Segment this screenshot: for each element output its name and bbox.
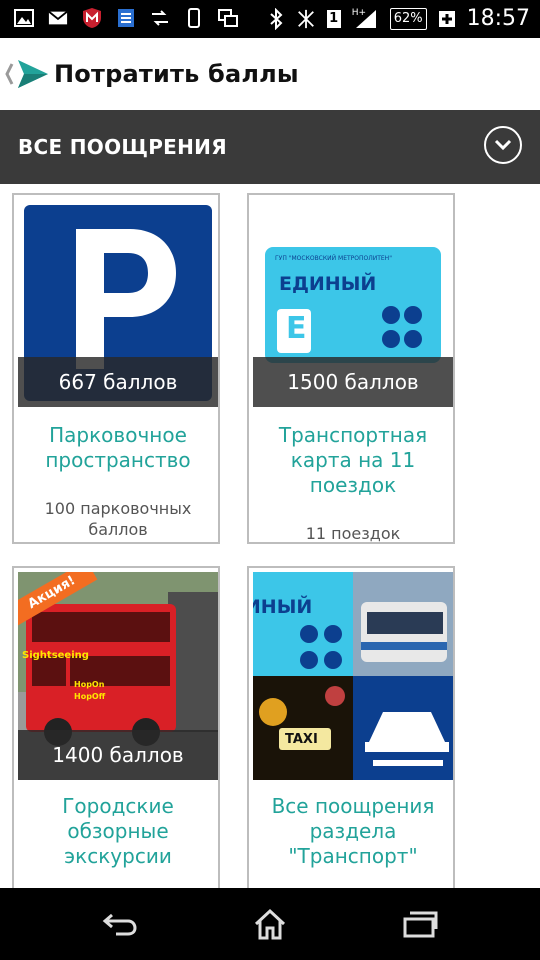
recent-apps-icon[interactable] bbox=[388, 902, 452, 946]
back-logo-button[interactable] bbox=[4, 50, 52, 98]
mail-icon bbox=[48, 8, 68, 28]
bus-sign-hopoff: HopOff bbox=[74, 692, 106, 701]
bus-sign-sightseeing: Sightseeing bbox=[22, 650, 89, 661]
no-signal-icon bbox=[296, 9, 316, 29]
status-bar: 1 H+ 62% 18:57 bbox=[0, 0, 540, 38]
points-label: 1400 баллов bbox=[18, 730, 218, 780]
category-title: ВСЕ ПООЩРЕНИЯ bbox=[18, 135, 227, 159]
points-label: 667 баллов bbox=[18, 357, 218, 407]
card-word: ЕДИНЫЙ bbox=[279, 273, 377, 295]
bluetooth-icon bbox=[266, 8, 286, 30]
clock: 18:57 bbox=[466, 6, 530, 31]
card-subtitle: 100 парковочных баллов bbox=[44, 499, 192, 539]
sim-label: 1 bbox=[326, 10, 341, 28]
battery-level: 62% bbox=[389, 8, 427, 30]
reward-card-parking[interactable]: 667 баллов Парковочное пространство 100 … bbox=[12, 193, 220, 544]
back-icon[interactable] bbox=[88, 902, 152, 946]
taxi-sign: TAXI bbox=[285, 732, 318, 747]
parking-sign-image: 667 баллов bbox=[18, 199, 218, 407]
signal-icon: H+ bbox=[352, 8, 380, 29]
navigation-bar bbox=[0, 888, 540, 960]
reward-card-transport-card[interactable]: ГУП "МОСКОВСКИЙ МЕТРОПОЛИТЕН" ЕДИНЫЙ Е 1… bbox=[247, 193, 455, 544]
reward-card-tour-bus[interactable]: Акция! HopOn HopOff Sightseeing 1400 бал… bbox=[12, 566, 220, 888]
reward-card-all-transport[interactable]: TAXI ЕДИНЫЙ Все поощрения раздела "Транс… bbox=[247, 566, 455, 888]
card-title: Парковочное пространство bbox=[45, 423, 191, 472]
rewards-grid: 667 баллов Парковочное пространство 100 … bbox=[0, 184, 540, 888]
card-title: Городские обзорные экскурсии bbox=[62, 794, 174, 868]
app-logo-icon bbox=[5, 60, 48, 88]
tour-bus-image: Акция! HopOn HopOff Sightseeing 1400 бал… bbox=[18, 572, 218, 780]
chevron-down-icon[interactable] bbox=[484, 126, 522, 164]
home-icon[interactable] bbox=[238, 902, 302, 946]
transport-card-image: ГУП "МОСКОВСКИЙ МЕТРОПОЛИТЕН" ЕДИНЫЙ Е 1… bbox=[253, 199, 453, 407]
card-title: Все поощрения раздела "Транспорт" bbox=[271, 794, 435, 868]
page-title: Потратить баллы bbox=[54, 60, 299, 88]
network-type-label: H+ bbox=[351, 8, 366, 18]
app-icon bbox=[116, 8, 136, 28]
card-subtitle: 11 поездок bbox=[305, 524, 401, 543]
mcafee-icon bbox=[82, 8, 102, 28]
collage-card-word: ЕДИНЫЙ bbox=[253, 596, 313, 618]
picture-icon bbox=[14, 8, 34, 28]
sim-icon: 1 bbox=[326, 9, 342, 29]
screens-icon bbox=[218, 8, 238, 28]
card-brand-line: ГУП "МОСКОВСКИЙ МЕТРОПОЛИТЕН" bbox=[275, 255, 392, 262]
transport-collage-image: TAXI ЕДИНЫЙ bbox=[253, 572, 453, 780]
points-label: 1500 баллов bbox=[253, 357, 453, 407]
bus-sign-hopon: HopOn bbox=[74, 680, 105, 689]
card-title: Транспортная карта на 11 поездок bbox=[278, 423, 428, 497]
system-icons: 1 H+ 62% 18:57 bbox=[266, 6, 530, 32]
notification-icons bbox=[14, 8, 238, 28]
data-sync-icon bbox=[150, 8, 170, 28]
card-letter: Е bbox=[286, 311, 307, 346]
charging-icon bbox=[437, 9, 457, 29]
action-bar: Потратить баллы bbox=[0, 38, 540, 110]
category-header[interactable]: ВСЕ ПООЩРЕНИЯ bbox=[0, 110, 540, 184]
phone-icon bbox=[184, 8, 204, 28]
